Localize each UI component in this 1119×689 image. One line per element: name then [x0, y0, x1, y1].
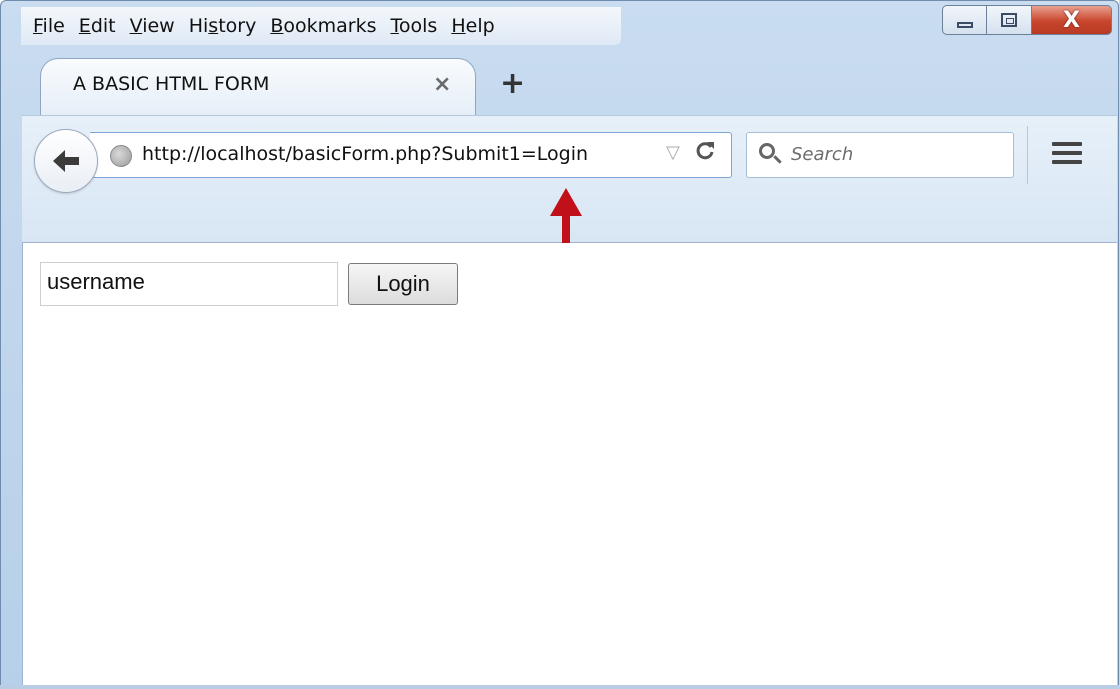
- tab-active[interactable]: A BASIC HTML FORM ×: [40, 58, 476, 116]
- window-controls: X: [942, 5, 1112, 35]
- page-content: [22, 243, 1117, 685]
- menu-bar: File Edit View History Bookmarks Tools H…: [21, 7, 621, 45]
- window-bottom-edge: [0, 685, 1119, 689]
- new-tab-button[interactable]: +: [500, 66, 525, 101]
- tab-close-icon[interactable]: ×: [433, 72, 451, 97]
- close-window-button[interactable]: X: [1032, 5, 1112, 35]
- maximize-icon: [1001, 13, 1017, 27]
- menu-file[interactable]: File: [31, 15, 77, 37]
- search-icon: [759, 143, 775, 159]
- search-bar[interactable]: Search: [746, 132, 1014, 178]
- menu-tools[interactable]: Tools: [389, 15, 450, 37]
- url-text[interactable]: http://localhost/basicForm.php?Submit1=L…: [142, 143, 588, 165]
- menu-edit[interactable]: Edit: [77, 15, 128, 37]
- menu-history[interactable]: History: [187, 15, 269, 37]
- close-icon: X: [1063, 7, 1080, 33]
- dropdown-icon[interactable]: ▽: [666, 142, 680, 163]
- maximize-button[interactable]: [987, 5, 1032, 35]
- url-bar[interactable]: http://localhost/basicForm.php?Submit1=L…: [90, 132, 732, 178]
- menu-help[interactable]: Help: [449, 15, 506, 37]
- menu-bookmarks[interactable]: Bookmarks: [268, 15, 388, 37]
- hamburger-menu-icon[interactable]: [1052, 142, 1082, 169]
- back-button[interactable]: [34, 129, 98, 193]
- login-button[interactable]: Login: [348, 263, 458, 305]
- username-input[interactable]: username: [40, 262, 338, 306]
- minimize-icon: [956, 22, 973, 28]
- reload-icon[interactable]: [694, 139, 716, 167]
- search-placeholder: Search: [791, 144, 854, 165]
- back-arrow-icon: [53, 150, 79, 172]
- tab-title: A BASIC HTML FORM: [73, 73, 270, 95]
- globe-icon: [110, 145, 132, 167]
- menu-view[interactable]: View: [128, 15, 187, 37]
- minimize-button[interactable]: [942, 5, 987, 35]
- toolbar-divider: [1027, 126, 1028, 184]
